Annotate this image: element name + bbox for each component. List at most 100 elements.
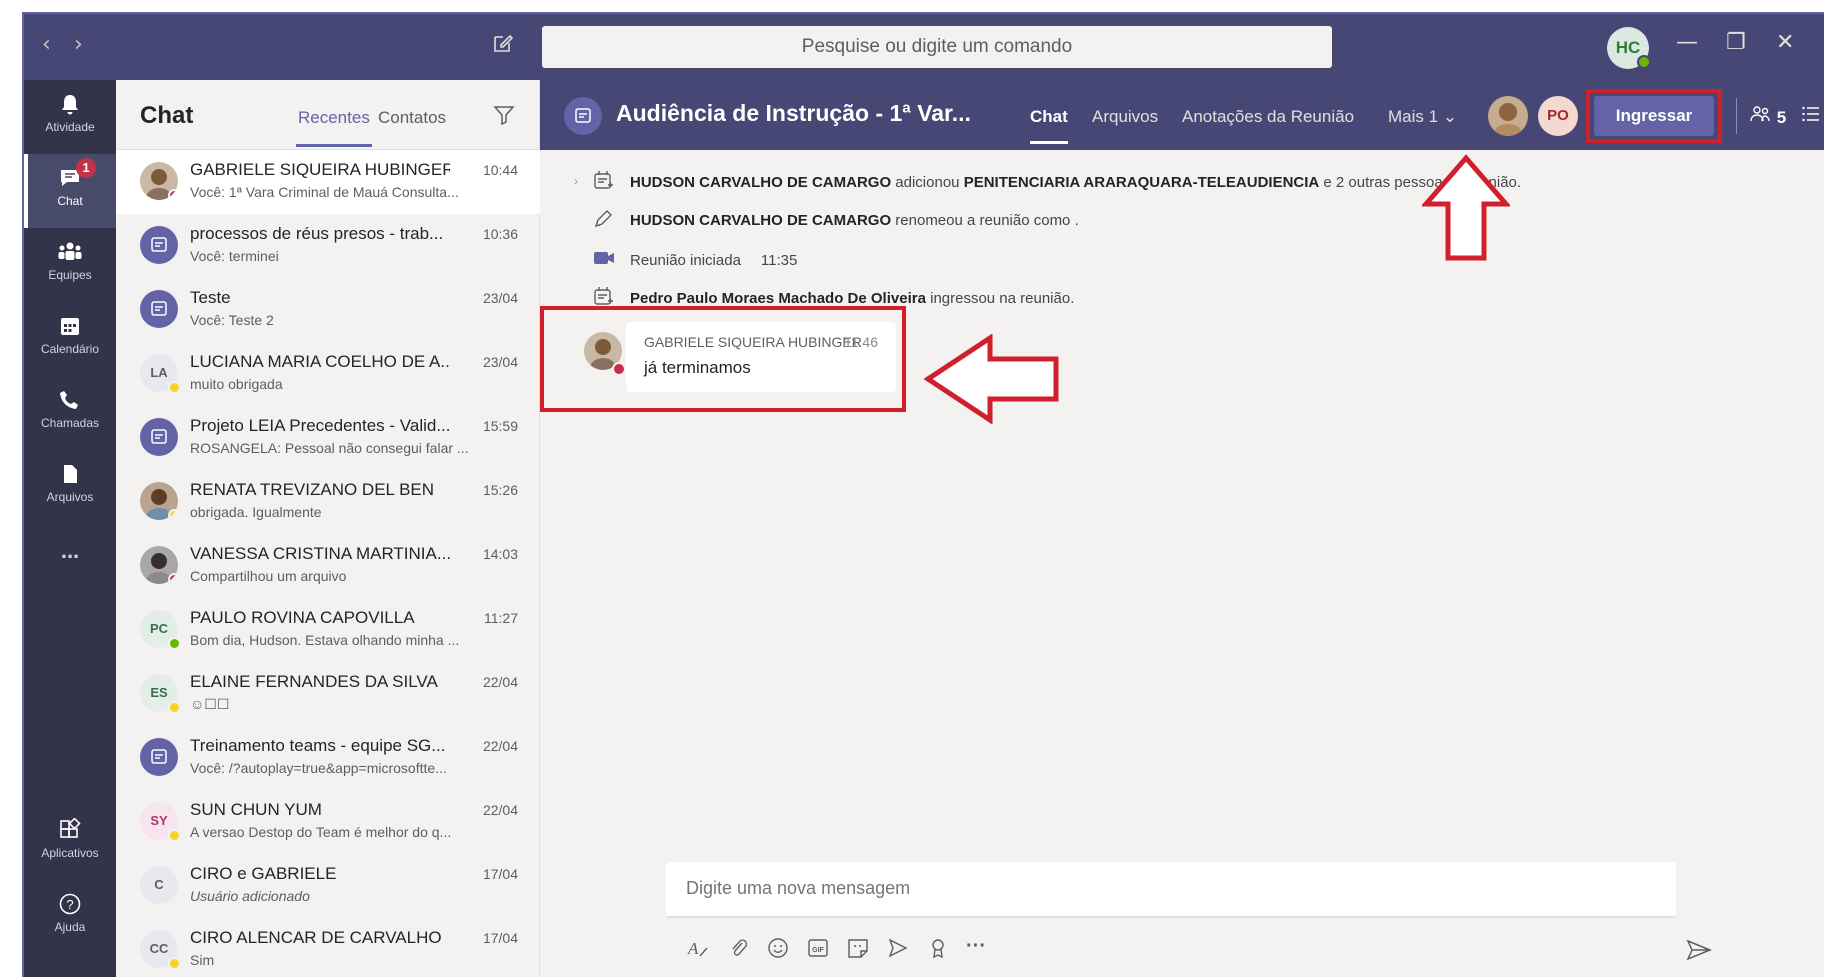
rail-label: Atividade xyxy=(45,120,95,134)
praise-icon[interactable] xyxy=(926,936,954,964)
chat-list-item[interactable]: Projeto LEIA Precedentes - Valid... ROSA… xyxy=(116,406,540,470)
participant-avatar[interactable] xyxy=(1488,96,1528,136)
presence-away-icon xyxy=(168,509,178,520)
system-time: 11:35 xyxy=(760,252,798,269)
conversation-name: LUCIANA MARIA COELHO DE A... xyxy=(190,352,450,371)
chat-list-item[interactable]: C CIRO e GABRIELE Usuário adicionado 17/… xyxy=(116,854,540,918)
system-text: renomeou a reunião como . xyxy=(891,212,1079,229)
presence-busy-icon xyxy=(168,573,178,584)
maximize-icon[interactable]: ❐ xyxy=(1726,30,1746,55)
chat-list-item[interactable]: processos de réus presos - trab... Você:… xyxy=(116,214,540,278)
avatar: CC xyxy=(140,930,181,970)
rail-label: Ajuda xyxy=(54,920,86,934)
conversation-preview: Bom dia, Hudson. Estava olhando minha ..… xyxy=(190,632,460,648)
conversation-time: 15:59 xyxy=(482,418,518,434)
tab-chat[interactable]: Chat xyxy=(1030,107,1068,144)
tab-recentes[interactable]: Recentes xyxy=(296,108,372,147)
avatar: ES xyxy=(140,674,181,714)
chat-list-item[interactable]: LA LUCIANA MARIA COELHO DE A... muito ob… xyxy=(116,342,540,406)
chat-list-item[interactable]: RENATA TREVIZANO DEL BEN obrigada. Igual… xyxy=(116,470,540,534)
conversation-preview: obrigada. Igualmente xyxy=(190,504,322,520)
chat-message[interactable]: GABRIELE SIQUEIRA HUBINGER 11:46 já term… xyxy=(626,322,896,392)
user-avatar[interactable]: HC xyxy=(1607,27,1651,69)
participants-button[interactable]: 5 xyxy=(1750,105,1786,128)
system-message: Reunião iniciada 11:35 xyxy=(630,252,797,269)
new-chat-icon[interactable] xyxy=(492,32,514,59)
conversation-name: VANESSA CRISTINA MARTINIA... xyxy=(190,544,450,563)
tab-contatos[interactable]: Contatos xyxy=(378,108,446,128)
help-icon: ? xyxy=(59,893,81,915)
message-input[interactable] xyxy=(686,878,1586,899)
video-camera-icon xyxy=(592,248,616,273)
rail-item-chat[interactable]: 1 Chat xyxy=(24,154,116,228)
chat-list-item[interactable]: GABRIELE SIQUEIRA HUBINGER Você: 1ª Vara… xyxy=(116,150,540,214)
presence-away-icon xyxy=(168,957,181,970)
compose-box[interactable] xyxy=(666,862,1676,918)
conversation-name: RENATA TREVIZANO DEL BEN xyxy=(190,480,435,499)
conversation-time: 17/04 xyxy=(482,866,518,882)
tab-anotacoes[interactable]: Anotações da Reunião xyxy=(1182,107,1354,127)
conversation-name: PAULO ROVINA CAPOVILLA xyxy=(190,608,415,627)
back-arrow-icon[interactable]: ‹ xyxy=(42,32,51,57)
rail-item-arquivos[interactable]: Arquivos xyxy=(24,450,116,524)
tab-arquivos[interactable]: Arquivos xyxy=(1092,107,1158,127)
conversation-time: 23/04 xyxy=(482,354,518,370)
meeting-icon xyxy=(140,290,178,328)
list-icon[interactable] xyxy=(1802,106,1820,127)
rail-item-atividade[interactable]: Atividade xyxy=(24,80,116,154)
chat-list-item[interactable]: VANESSA CRISTINA MARTINIA... Compartilho… xyxy=(116,534,540,598)
avatar-initials: PC xyxy=(149,621,169,636)
more-options-icon[interactable]: ··· xyxy=(966,936,994,964)
conversation-name: Teste xyxy=(190,288,231,307)
more-apps-icon[interactable]: ... xyxy=(24,524,116,598)
message-text: já terminamos xyxy=(644,358,751,377)
sticker-icon[interactable] xyxy=(846,936,874,964)
minimize-icon[interactable]: — xyxy=(1676,30,1698,55)
presence-away-icon xyxy=(168,381,181,394)
expand-caret-icon[interactable]: › xyxy=(574,174,578,188)
rail-item-calendario[interactable]: Calendário xyxy=(24,302,116,376)
emoji-icon[interactable] xyxy=(766,936,794,964)
user-name: HUDSON CARVALHO DE CAMARGO xyxy=(630,212,892,229)
up-arrow-annotation-icon xyxy=(1422,154,1510,261)
rail-item-equipes[interactable]: Equipes xyxy=(24,228,116,302)
title-bar: ‹ › Pesquise ou digite um comando HC — ❐… xyxy=(24,14,1824,80)
user-name: HUDSON CARVALHO DE CAMARGO xyxy=(630,174,892,191)
presence-away-icon xyxy=(168,701,181,714)
conversation-preview: ROSANGELA: Pessoal não consegui falar ..… xyxy=(190,440,469,456)
forward-arrow-icon[interactable]: › xyxy=(74,32,83,57)
avatar-initials: LA xyxy=(150,365,168,380)
chat-list-item[interactable]: Treinamento teams - equipe SG... Você: /… xyxy=(116,726,540,790)
conversation-preview: Você: 1ª Vara Criminal de Mauá Consulta.… xyxy=(190,184,459,200)
bell-icon xyxy=(62,95,78,115)
rail-item-aplicativos[interactable]: Aplicativos xyxy=(24,806,116,880)
conversation-name: CIRO e GABRIELE xyxy=(190,864,337,883)
meeting-title: Audiência de Instrução - 1ª Var... xyxy=(616,100,971,126)
filter-icon[interactable] xyxy=(493,104,515,131)
rail-label: Calendário xyxy=(40,342,100,356)
tab-mais[interactable]: Mais 1 ⌄ xyxy=(1388,107,1457,127)
chat-list-item[interactable]: SY SUN CHUN YUM A versao Destop do Team … xyxy=(116,790,540,854)
format-icon[interactable]: A xyxy=(686,936,714,964)
chat-list-item[interactable]: ES ELAINE FERNANDES DA SILVA ☺☐☐ 22/04 xyxy=(116,662,540,726)
meet-now-icon[interactable] xyxy=(886,936,914,964)
meeting-header: Audiência de Instrução - 1ª Var... Chat … xyxy=(540,80,1824,150)
rail-label: Arquivos xyxy=(46,490,94,504)
chat-unread-badge: 1 xyxy=(76,158,96,178)
close-icon[interactable]: ✕ xyxy=(1776,30,1794,55)
conversation-preview: Você: Teste 2 xyxy=(190,312,274,328)
chat-list-item[interactable]: PC PAULO ROVINA CAPOVILLA Bom dia, Hudso… xyxy=(116,598,540,662)
send-icon[interactable] xyxy=(1686,938,1712,967)
search-input[interactable]: Pesquise ou digite um comando xyxy=(542,26,1332,68)
conversation-preview: A versao Destop do Team é melhor do q... xyxy=(190,824,452,840)
rail-item-ajuda[interactable]: ? Ajuda xyxy=(24,880,116,954)
conversation-name: SUN CHUN YUM xyxy=(190,800,322,819)
participant-avatar[interactable]: PO xyxy=(1538,96,1578,136)
rail-item-chamadas[interactable]: Chamadas xyxy=(24,376,116,450)
gif-icon[interactable]: GIF xyxy=(806,936,834,964)
chat-list-item[interactable]: CC CIRO ALENCAR DE CARVALHO Sim 17/04 xyxy=(116,918,540,977)
avatar-initials: CC xyxy=(149,941,169,956)
attach-icon[interactable] xyxy=(726,936,754,964)
chat-list-item[interactable]: Teste Você: Teste 2 23/04 xyxy=(116,278,540,342)
chat-list-header: Chat Recentes Contatos xyxy=(116,80,540,150)
